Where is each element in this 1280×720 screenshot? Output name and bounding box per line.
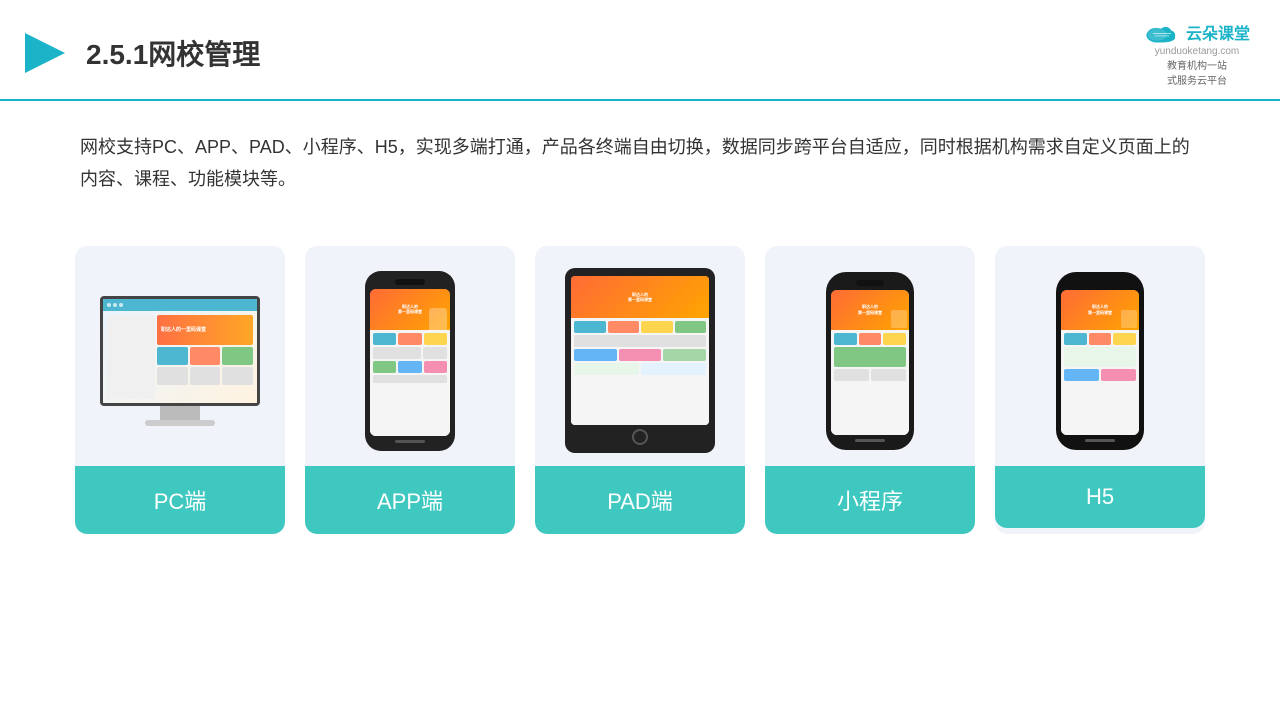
logo-slogan: 教育机构一站 式服务云平台 <box>1167 57 1227 87</box>
page-title: 2.5.1网校管理 <box>86 33 260 73</box>
pc-monitor-mockup: 职达人的一里码课堂 <box>95 296 265 426</box>
logo-cloud: 云朵课堂 <box>1144 18 1250 46</box>
logo-domain: yunduoketang.com <box>1155 46 1240 57</box>
phone-notch-h5 <box>1086 280 1114 286</box>
h5-phone-mockup: 职达人的第一里码课堂 <box>1056 272 1144 450</box>
cards-container: 职达人的一里码课堂 <box>0 226 1280 554</box>
tablet-screen: 职达人的第一里码课堂 <box>571 276 709 425</box>
tablet-mockup: 职达人的第一里码课堂 <box>565 268 715 453</box>
card-miniprogram: 职达人的第一里码课堂 <box>765 246 975 534</box>
header-left: 2.5.1网校管理 <box>20 28 260 78</box>
card-app-image: 职达人的第一里码课堂 <box>305 246 515 466</box>
card-h5: 职达人的第一里码课堂 <box>995 246 1205 534</box>
tablet-home-button <box>632 429 648 445</box>
phone-notch-mini <box>856 280 884 286</box>
card-h5-image: 职达人的第一里码课堂 <box>995 246 1205 466</box>
card-miniprogram-image: 职达人的第一里码课堂 <box>765 246 975 466</box>
card-app: 职达人的第一里码课堂 <box>305 246 515 534</box>
card-pc: 职达人的一里码课堂 <box>75 246 285 534</box>
card-h5-label: H5 <box>995 466 1205 528</box>
logo-area: 云朵课堂 yunduoketang.com 教育机构一站 式服务云平台 <box>1144 18 1250 87</box>
page-header: 2.5.1网校管理 云朵课堂 yunduoketang.com 教育机构一站 式… <box>0 0 1280 101</box>
phone-screen-mini: 职达人的第一里码课堂 <box>831 290 909 435</box>
card-miniprogram-label: 小程序 <box>765 466 975 534</box>
app-phone-mockup: 职达人的第一里码课堂 <box>365 271 455 451</box>
phone-home-bar-mini <box>855 439 885 442</box>
miniprogram-phone-mockup: 职达人的第一里码课堂 <box>826 272 914 450</box>
card-pc-image: 职达人的一里码课堂 <box>75 246 285 466</box>
card-pc-label: PC端 <box>75 466 285 534</box>
card-pad-label: PAD端 <box>535 466 745 534</box>
card-app-label: APP端 <box>305 466 515 534</box>
cloud-logo-icon <box>1144 18 1180 46</box>
phone-screen-h5: 职达人的第一里码课堂 <box>1061 290 1139 435</box>
phone-home-bar <box>395 440 425 443</box>
logo-text: 云朵课堂 <box>1186 20 1250 44</box>
card-pad-image: 职达人的第一里码课堂 <box>535 246 745 466</box>
card-pad: 职达人的第一里码课堂 <box>535 246 745 534</box>
description-text: 网校支持PC、APP、PAD、小程序、H5，实现多端打通，产品各终端自由切换，数… <box>0 101 1280 216</box>
phone-home-bar-h5 <box>1085 439 1115 442</box>
phone-notch <box>395 279 425 285</box>
play-icon <box>20 28 70 78</box>
phone-screen: 职达人的第一里码课堂 <box>370 289 450 436</box>
